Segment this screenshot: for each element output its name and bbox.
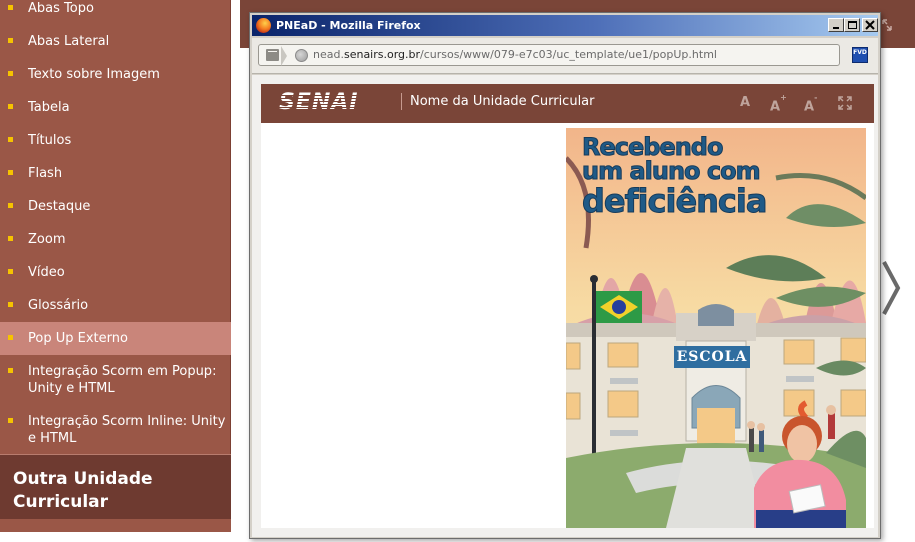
sidebar-item-label: Integração Scorm em Popup: Unity e HTML bbox=[28, 364, 217, 396]
expand-icon[interactable] bbox=[838, 96, 852, 110]
bullet-icon bbox=[8, 170, 13, 175]
sidebar-item-label: Texto sobre Imagem bbox=[28, 67, 160, 82]
sidebar-item-abas-topo[interactable]: Abas Topo bbox=[0, 0, 231, 25]
cover-title: Recebendo um aluno com deficiência bbox=[582, 133, 862, 220]
sidebar-item-label: Integração Scorm Inline: Unity e HTML bbox=[28, 414, 226, 446]
page-body: Recebendo um aluno com deficiência ESCOL… bbox=[261, 123, 874, 528]
header-divider bbox=[401, 93, 402, 110]
url-domain: senairs.org.br bbox=[343, 48, 421, 61]
popup-window: PNEaD - Mozilla Firefox nead.senairs.org… bbox=[249, 12, 881, 539]
sidebar-item-scorm-popup[interactable]: Integração Scorm em Popup: Unity e HTML bbox=[0, 355, 231, 405]
bullet-icon bbox=[8, 71, 13, 76]
font-decrease-label: A bbox=[804, 99, 815, 115]
bullet-icon bbox=[8, 137, 13, 142]
minimize-icon bbox=[833, 27, 839, 29]
sidebar-item-tabela[interactable]: Tabela bbox=[0, 91, 231, 124]
sidebar-item-destaque[interactable]: Destaque bbox=[0, 190, 231, 223]
maximize-button[interactable] bbox=[844, 18, 860, 32]
school-sign: ESCOLA bbox=[674, 346, 750, 368]
sidebar-item-pop-up-externo[interactable]: Pop Up Externo bbox=[0, 322, 231, 355]
bullet-icon bbox=[8, 302, 13, 307]
sidebar-item-glossario[interactable]: Glossário bbox=[0, 289, 231, 322]
sidebar-item-label: Títulos bbox=[28, 133, 72, 148]
window-titlebar[interactable]: PNEaD - Mozilla Firefox bbox=[252, 15, 878, 36]
bullet-icon bbox=[8, 368, 13, 373]
font-reset-button[interactable]: A bbox=[740, 96, 750, 110]
bullet-icon bbox=[8, 104, 13, 109]
bullet-icon bbox=[8, 335, 13, 340]
sidebar-item-label: Glossário bbox=[28, 298, 89, 313]
sidebar-item-abas-lateral[interactable]: Abas Lateral bbox=[0, 25, 231, 58]
minimize-button[interactable] bbox=[828, 18, 844, 32]
sidebar-item-video[interactable]: Vídeo bbox=[0, 256, 231, 289]
sidebar-item-label: Vídeo bbox=[28, 265, 65, 280]
sidebar-menu: Abas Topo Abas Lateral Texto sobre Image… bbox=[0, 0, 231, 455]
page-icon bbox=[266, 49, 279, 61]
sidebar-item-label: Flash bbox=[28, 166, 63, 181]
expand-icon[interactable] bbox=[881, 18, 893, 32]
cover-illustration: Recebendo um aluno com deficiência ESCOL… bbox=[566, 128, 866, 528]
firefox-icon bbox=[256, 18, 271, 33]
sidebar-item-label: Zoom bbox=[28, 232, 66, 247]
sidebar-item-label: Abas Lateral bbox=[28, 34, 110, 49]
sidebar-item-titulos[interactable]: Títulos bbox=[0, 124, 231, 157]
cover-title-line-3: deficiência bbox=[582, 182, 768, 220]
sidebar-footer bbox=[0, 519, 231, 532]
bullet-icon bbox=[8, 38, 13, 43]
font-increase-label: A bbox=[770, 99, 781, 115]
cover-title-line-2: um aluno com bbox=[582, 157, 762, 186]
url-prefix: nead. bbox=[313, 48, 344, 61]
sidebar-item-zoom[interactable]: Zoom bbox=[0, 223, 231, 256]
sidebar: Abas Topo Abas Lateral Texto sobre Image… bbox=[0, 0, 231, 532]
senai-logo: SENAI bbox=[277, 90, 387, 116]
sidebar-item-flash[interactable]: Flash bbox=[0, 157, 231, 190]
unit-name: Nome da Unidade Curricular bbox=[410, 94, 595, 109]
chevron-right-icon[interactable] bbox=[880, 258, 902, 318]
address-bar[interactable]: nead.senairs.org.br/cursos/www/079-e7c03… bbox=[258, 44, 840, 66]
url-text[interactable]: nead.senairs.org.br/cursos/www/079-e7c03… bbox=[313, 48, 717, 62]
popup-content: SENAI Nome da Unidade Curricular A A+ A- bbox=[252, 75, 878, 537]
other-unit-link[interactable]: Outra Unidade Curricular bbox=[0, 455, 231, 519]
senai-logo-text: SENAI bbox=[279, 90, 359, 115]
font-reset-label: A bbox=[740, 95, 751, 110]
font-increase-button[interactable]: A+ bbox=[770, 93, 787, 115]
sidebar-item-label: Abas Topo bbox=[28, 1, 94, 16]
font-increase-sup: + bbox=[780, 93, 787, 102]
sidebar-item-label: Pop Up Externo bbox=[28, 331, 128, 346]
course-header: SENAI Nome da Unidade Curricular A A+ A- bbox=[261, 84, 874, 123]
page-root: Abas Topo Abas Lateral Texto sobre Image… bbox=[0, 0, 915, 542]
url-path: /cursos/www/079-e7c03/uc_template/ue1/po… bbox=[420, 48, 717, 61]
bullet-icon bbox=[8, 236, 13, 241]
sidebar-item-texto-sobre-imagem[interactable]: Texto sobre Imagem bbox=[0, 58, 231, 91]
window-title: PNEaD - Mozilla Firefox bbox=[276, 19, 421, 32]
maximize-icon bbox=[848, 21, 857, 29]
sidebar-item-label: Destaque bbox=[28, 199, 91, 214]
fvd-downloader-icon[interactable]: FVD bbox=[852, 47, 868, 63]
font-decrease-button[interactable]: A- bbox=[804, 93, 818, 115]
close-button[interactable] bbox=[862, 18, 878, 32]
bullet-icon bbox=[8, 418, 13, 423]
bullet-icon bbox=[8, 5, 13, 10]
font-decrease-sup: - bbox=[814, 93, 818, 102]
sidebar-item-scorm-inline[interactable]: Integração Scorm Inline: Unity e HTML bbox=[0, 405, 231, 455]
sidebar-item-label: Tabela bbox=[28, 100, 70, 115]
identity-arrow-icon bbox=[281, 46, 287, 66]
globe-icon bbox=[295, 49, 308, 62]
bullet-icon bbox=[8, 203, 13, 208]
navigation-toolbar: nead.senairs.org.br/cursos/www/079-e7c03… bbox=[252, 38, 878, 74]
bullet-icon bbox=[8, 269, 13, 274]
close-icon bbox=[865, 20, 875, 30]
